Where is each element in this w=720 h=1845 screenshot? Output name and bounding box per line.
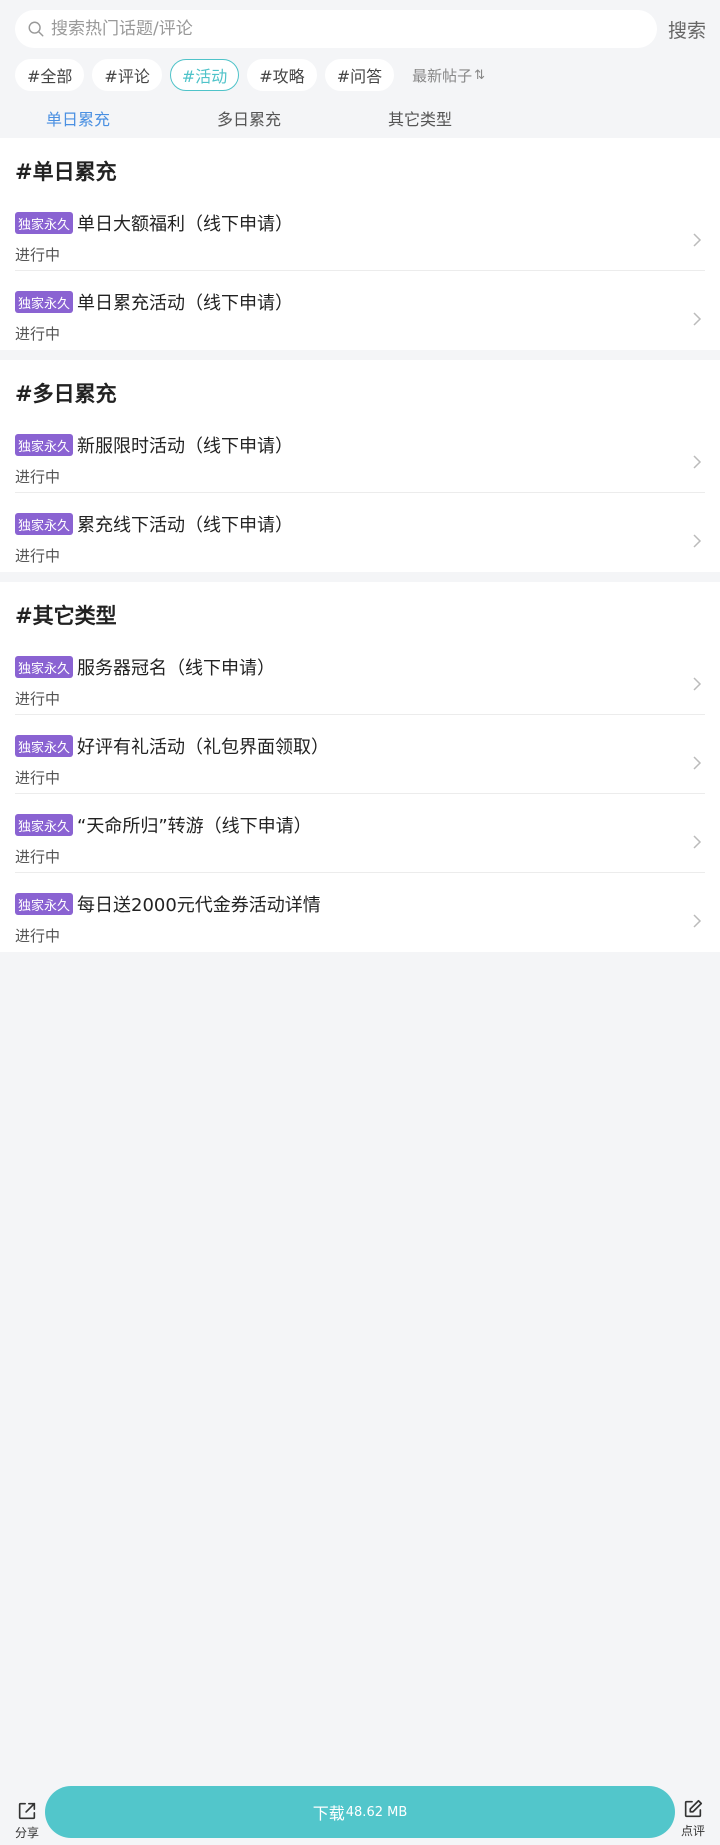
subtab-other[interactable]: 其它类型 (388, 106, 452, 130)
item-status: 进行中 (15, 325, 61, 343)
exclusive-badge: 独家永久 (15, 212, 74, 234)
section-title: #多日累充 (15, 382, 117, 406)
section-single-day: #单日累充 独家永久 单日大额福利（线下申请） 进行中 独家永久 单日累充活动（… (0, 138, 720, 350)
chevron-right-icon (693, 835, 702, 849)
list-item[interactable]: 独家永久 “天命所归”转游（线下申请） 进行中 (15, 806, 705, 885)
sort-arrows-icon: ⇅ (474, 67, 486, 83)
chevron-right-icon (693, 455, 702, 469)
subtab-multi-day[interactable]: 多日累充 (217, 106, 281, 130)
exclusive-badge: 独家永久 (15, 656, 74, 678)
edit-icon (684, 1799, 703, 1818)
bottom-action-bar: 分享 下载 48.62 MB 点评 (0, 1784, 720, 1845)
list-item[interactable]: 独家永久 好评有礼活动（礼包界面领取） 进行中 (15, 727, 705, 806)
search-input[interactable] (51, 19, 631, 39)
share-label: 分享 (14, 1826, 39, 1840)
section-title: #其它类型 (15, 604, 117, 628)
chevron-right-icon (693, 677, 702, 691)
chevron-right-icon (693, 312, 702, 326)
tag-qa[interactable]: #问答 (324, 59, 395, 91)
item-status: 进行中 (15, 246, 61, 264)
share-button[interactable]: 分享 (12, 1800, 42, 1841)
search-bar: 搜索 (0, 0, 720, 58)
item-title: 好评有礼活动（礼包界面领取） (77, 737, 329, 758)
item-title: 单日大额福利（线下申请） (77, 214, 293, 235)
download-size: 48.62 MB (345, 1804, 408, 1820)
chevron-right-icon (693, 233, 702, 247)
item-title: 累充线下活动（线下申请） (77, 515, 293, 536)
app-root: 搜索 #全部 #评论 #活动 #攻略 #问答 最新帖子 ⇅ 单日累充 多日累充 … (0, 0, 720, 1845)
exclusive-badge: 独家永久 (15, 735, 74, 757)
item-title: 每日送2000元代金券活动详情 (77, 895, 321, 916)
exclusive-badge: 独家永久 (15, 814, 74, 836)
item-title: “天命所归”转游（线下申请） (77, 816, 312, 837)
chevron-right-icon (693, 914, 702, 928)
chevron-right-icon (693, 756, 702, 770)
tag-all[interactable]: #全部 (15, 59, 85, 91)
sort-selector[interactable]: 最新帖子 ⇅ (412, 65, 485, 86)
tag-filter-row: #全部 #评论 #活动 #攻略 #问答 最新帖子 ⇅ (15, 58, 485, 92)
review-label: 点评 (680, 1824, 705, 1838)
section-multi-day: #多日累充 独家永久 新服限时活动（线下申请） 进行中 独家永久 累充线下活动（… (0, 360, 720, 572)
review-button[interactable]: 点评 (678, 1798, 708, 1839)
section-other: #其它类型 独家永久 服务器冠名（线下申请） 进行中 独家永久 好评有礼活动（礼… (0, 582, 720, 952)
share-icon (18, 1802, 36, 1820)
divider (15, 872, 705, 873)
exclusive-badge: 独家永久 (15, 513, 74, 535)
item-title: 服务器冠名（线下申请） (77, 658, 275, 679)
search-icon (28, 21, 44, 37)
sub-tabs: 单日累充 多日累充 其它类型 (0, 98, 720, 138)
list-item[interactable]: 独家永久 服务器冠名（线下申请） 进行中 (15, 648, 705, 727)
subtab-single-day[interactable]: 单日累充 (46, 106, 110, 130)
item-status: 进行中 (15, 547, 61, 565)
divider (15, 270, 705, 271)
list-item[interactable]: 独家永久 每日送2000元代金券活动详情 进行中 (15, 885, 705, 964)
item-status: 进行中 (15, 690, 61, 708)
exclusive-badge: 独家永久 (15, 291, 74, 313)
list-item[interactable]: 独家永久 单日累充活动（线下申请） 进行中 (15, 283, 705, 362)
section-title: #单日累充 (15, 160, 117, 184)
tag-event[interactable]: #活动 (169, 59, 240, 91)
divider (15, 492, 705, 493)
download-label: 下载 (312, 1804, 345, 1823)
divider (15, 714, 705, 715)
exclusive-badge: 独家永久 (15, 893, 74, 915)
search-box[interactable] (15, 10, 657, 48)
item-title: 新服限时活动（线下申请） (77, 436, 293, 457)
search-button[interactable]: 搜索 (668, 16, 706, 43)
item-title: 单日累充活动（线下申请） (77, 293, 293, 314)
download-button[interactable]: 下载 48.62 MB (45, 1786, 675, 1838)
exclusive-badge: 独家永久 (15, 434, 74, 456)
list-item[interactable]: 独家永久 单日大额福利（线下申请） 进行中 (15, 204, 705, 283)
divider (15, 793, 705, 794)
chevron-right-icon (693, 534, 702, 548)
item-status: 进行中 (15, 848, 61, 866)
list-item[interactable]: 独家永久 累充线下活动（线下申请） 进行中 (15, 505, 705, 584)
sort-label: 最新帖子 (412, 66, 473, 85)
item-status: 进行中 (15, 468, 61, 486)
item-status: 进行中 (15, 927, 61, 945)
list-item[interactable]: 独家永久 新服限时活动（线下申请） 进行中 (15, 426, 705, 505)
item-status: 进行中 (15, 769, 61, 787)
tag-review[interactable]: #评论 (92, 59, 162, 91)
tag-guide[interactable]: #攻略 (247, 59, 317, 91)
